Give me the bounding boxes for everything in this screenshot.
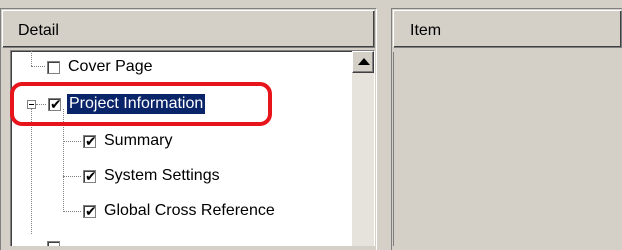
scroll-up-button[interactable] [352, 51, 374, 73]
checkbox-checked-icon[interactable]: ✔ [83, 134, 97, 148]
tree-scrollbar[interactable] [352, 51, 374, 246]
item-header: Item [393, 10, 622, 48]
tree-connector [36, 104, 46, 105]
tree-connector [63, 109, 64, 212]
tree-item-project-information[interactable]: ✔ Project Information [48, 92, 206, 116]
tree-connector [31, 66, 45, 67]
collapse-minus-icon[interactable] [27, 100, 36, 109]
detail-panel: Detail Cover Page ✔ Project Information … [0, 0, 377, 250]
detail-tree[interactable]: Cover Page ✔ Project Information ✔ Summa… [10, 50, 375, 246]
tree-connector [63, 176, 81, 177]
detail-header: Detail [2, 10, 375, 48]
tree-connector [63, 141, 81, 142]
tree-item-label: System Settings [104, 167, 220, 184]
tree-connector [31, 104, 32, 234]
checkbox-checked-icon[interactable]: ✔ [83, 169, 97, 183]
checkbox-checked-icon[interactable] [47, 240, 60, 246]
scroll-up-arrow-icon [358, 58, 370, 65]
checkbox-checked-icon[interactable]: ✔ [83, 204, 97, 218]
tree-item-partial[interactable] [47, 235, 60, 246]
item-list-area[interactable] [393, 52, 622, 246]
tree-item-label: Cover Page [68, 58, 153, 75]
tree-item-label: Summary [104, 132, 173, 149]
tree-connector [63, 211, 81, 212]
tree-item-cover-page[interactable]: Cover Page [47, 55, 153, 79]
tree-item-summary[interactable]: ✔ Summary [83, 129, 172, 153]
checkbox-unchecked-icon[interactable] [47, 60, 60, 74]
tree-item-label: Global Cross Reference [104, 202, 275, 219]
tree-item-system-settings[interactable]: ✔ System Settings [83, 164, 220, 188]
tree-connector [31, 51, 32, 66]
checkbox-checked-icon[interactable]: ✔ [48, 97, 62, 111]
tree-item-label: Project Information [67, 94, 206, 114]
item-panel: Item [391, 0, 622, 250]
tree-item-global-cross-reference[interactable]: ✔ Global Cross Reference [83, 199, 275, 223]
